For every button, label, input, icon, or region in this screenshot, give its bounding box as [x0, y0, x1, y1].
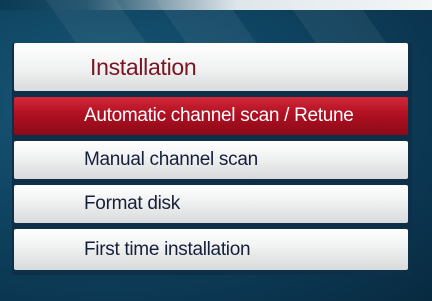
menu-item-label: First time installation: [84, 238, 251, 260]
tv-screen: Installation Automatic channel scan / Re…: [0, 0, 432, 301]
menu-item-manual-channel-scan[interactable]: Manual channel scan: [14, 141, 408, 179]
menu-title-label: Installation: [90, 53, 197, 80]
menu-item-label: Manual channel scan: [84, 149, 258, 170]
menu-item-first-time-installation[interactable]: First time installation: [14, 229, 408, 270]
menu-item-label: Format disk: [84, 193, 180, 214]
menu-item-label: Automatic channel scan / Retune: [84, 105, 354, 126]
menu-item-format-disk[interactable]: Format disk: [14, 185, 408, 223]
menu-item-automatic-channel-scan[interactable]: Automatic channel scan / Retune: [14, 97, 408, 135]
menu-title: Installation: [14, 43, 408, 91]
